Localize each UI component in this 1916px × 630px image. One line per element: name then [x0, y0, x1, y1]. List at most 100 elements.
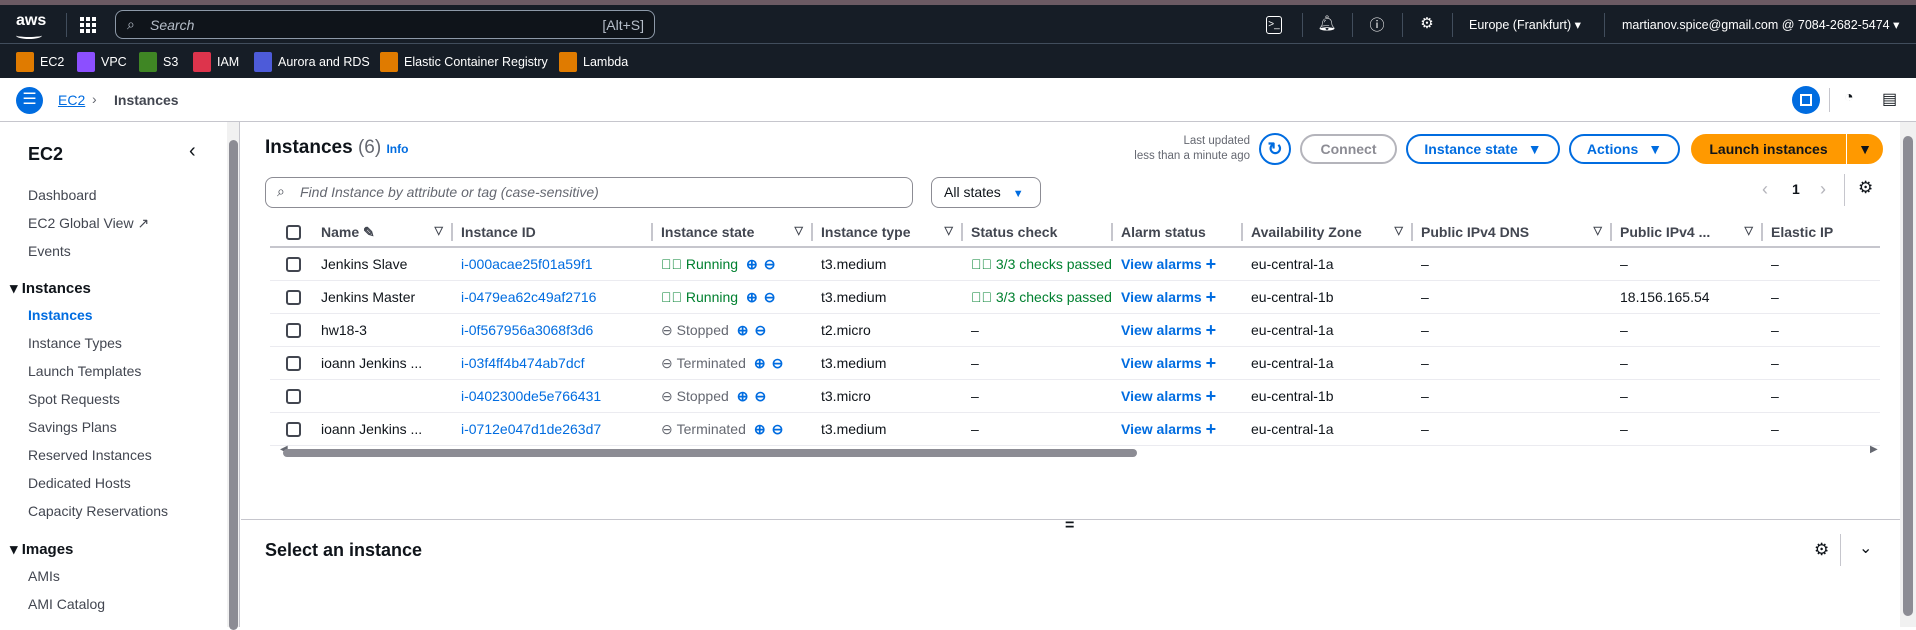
cloudshell-icon[interactable]: >_ [1266, 16, 1282, 34]
select-all-checkbox[interactable] [270, 218, 321, 246]
view-alarms-link[interactable]: View alarms + [1121, 413, 1251, 445]
row-checkbox-cell[interactable] [270, 380, 321, 412]
row-checkbox-cell[interactable] [270, 314, 321, 346]
zoom-in-icon[interactable]: ⊕ [746, 289, 758, 306]
checkbox[interactable] [286, 421, 301, 437]
instance-id-link[interactable]: i-0f567956a3068f3d6 [461, 314, 661, 346]
scrollbar-thumb[interactable] [283, 449, 1137, 457]
zoom-in-icon[interactable]: ⊕ [737, 388, 749, 405]
instance-id-link[interactable]: i-0479ea62c49af2716 [461, 281, 661, 313]
filter-input[interactable]: ⌕ Find Instance by attribute or tag (case… [265, 177, 913, 208]
column-header-public-ipv4[interactable]: Public IPv4 ... ▽ [1620, 218, 1771, 246]
row-checkbox-cell[interactable] [270, 281, 321, 313]
plus-icon[interactable]: + [1206, 254, 1217, 275]
sidebar-item-launch-templates[interactable]: Launch Templates [28, 363, 141, 379]
view-alarms-link[interactable]: View alarms + [1121, 281, 1251, 313]
column-resizer[interactable] [1111, 223, 1113, 241]
checkbox[interactable] [286, 388, 301, 404]
row-checkbox-cell[interactable] [270, 413, 321, 445]
column-resizer[interactable] [451, 223, 453, 241]
column-header-alarm-status[interactable]: Alarm status [1121, 218, 1251, 246]
zoom-out-icon[interactable]: ⊖ [755, 388, 767, 405]
sidebar-item-dashboard[interactable]: Dashboard [28, 187, 97, 203]
zoom-in-icon[interactable]: ⊕ [754, 355, 766, 372]
sort-icon[interactable]: ▽ [1594, 224, 1602, 237]
plus-icon[interactable]: + [1206, 353, 1217, 374]
row-checkbox-cell[interactable] [270, 248, 321, 280]
sidebar-item-capacity-reservations[interactable]: Capacity Reservations [28, 503, 168, 519]
actions-button[interactable]: Actions ▼ [1569, 134, 1680, 164]
scroll-right-icon[interactable]: ▶ [1870, 444, 1878, 455]
column-header-instance-type[interactable]: Instance type ▽ [821, 218, 971, 246]
favorite-ec2[interactable]: EC2 [16, 52, 64, 72]
plus-icon[interactable]: + [1206, 287, 1217, 308]
zoom-in-icon[interactable]: ⊕ [754, 421, 766, 438]
scrollbar-thumb[interactable] [1903, 136, 1913, 616]
row-checkbox-cell[interactable] [270, 347, 321, 379]
table-row[interactable]: ioann Jenkins ... i-0712e047d1de263d7 ⊖ … [270, 413, 1880, 446]
sidebar-scrollbar[interactable] [227, 122, 240, 630]
plus-icon[interactable]: + [1206, 320, 1217, 341]
zoom-in-icon[interactable]: ⊕ [746, 256, 758, 273]
zoom-out-icon[interactable]: ⊖ [764, 289, 776, 306]
table-row[interactable]: i-0402300de5e766431 ⊖ Stopped ⊕ ⊖ t3.micro… [270, 380, 1880, 413]
sidebar-item-savings-plans[interactable]: Savings Plans [28, 419, 117, 435]
instance-id-link[interactable]: i-03f4ff4b474ab7dcf [461, 347, 661, 379]
column-resizer[interactable] [1610, 223, 1612, 241]
column-header-name[interactable]: Name ✎ ▽ [321, 218, 461, 246]
breadcrumb-ec2[interactable]: EC2 [58, 92, 85, 108]
zoom-out-icon[interactable]: ⊖ [772, 421, 784, 438]
instance-id-link[interactable]: i-0402300de5e766431 [461, 380, 661, 412]
details-settings-icon[interactable]: ⚙ [1814, 540, 1829, 560]
table-row[interactable]: ioann Jenkins ... i-03f4ff4b474ab7dcf ⊖ … [270, 347, 1880, 380]
resize-handle[interactable]: = [1065, 517, 1074, 535]
info-link[interactable]: Info [386, 142, 408, 156]
zoom-out-icon[interactable]: ⊖ [772, 355, 784, 372]
console-icon[interactable]: ▤ [1882, 89, 1897, 109]
column-header-status-check[interactable]: Status check [971, 218, 1121, 246]
sort-icon[interactable]: ▽ [435, 224, 443, 237]
view-alarms-link[interactable]: View alarms + [1121, 248, 1251, 280]
bell-icon[interactable]: 🔔︎ [1316, 14, 1338, 36]
launch-instances-button[interactable]: Launch instances [1691, 134, 1846, 164]
favorite-s3[interactable]: S3 [139, 52, 178, 72]
launch-dropdown-button[interactable]: ▼ [1847, 134, 1883, 164]
menu-button[interactable]: ☰ [16, 87, 43, 114]
sidebar-item-instances[interactable]: Instances [28, 307, 93, 323]
aws-logo[interactable]: aws [16, 12, 46, 39]
checkbox[interactable] [286, 256, 301, 272]
states-filter-select[interactable]: All states ▼ [931, 177, 1041, 208]
settings-icon[interactable]: ⚙ [1416, 14, 1438, 36]
column-resizer[interactable] [1411, 223, 1413, 241]
table-settings-icon[interactable]: ⚙ [1858, 178, 1873, 198]
checkbox[interactable] [286, 289, 301, 305]
connect-button[interactable]: Connect [1300, 134, 1397, 164]
plus-icon[interactable]: + [1206, 386, 1217, 407]
sidebar-section-instances[interactable]: ▾ Instances [10, 279, 91, 297]
next-page-button[interactable]: › [1820, 179, 1826, 200]
favorite-ecr[interactable]: Elastic Container Registry [380, 52, 548, 72]
column-resizer[interactable] [1241, 223, 1243, 241]
sidebar-item-reserved-instances[interactable]: Reserved Instances [28, 447, 152, 463]
favorite-lambda[interactable]: Lambda [559, 52, 628, 72]
table-row[interactable]: hw18-3 i-0f567956a3068f3d6 ⊖ Stopped ⊕ ⊖ t… [270, 314, 1880, 347]
column-resizer[interactable] [1761, 223, 1763, 241]
account-menu[interactable]: martianov.spice@gmail.com @ 7084-2682-54… [1622, 17, 1899, 32]
chevron-down-icon[interactable]: ⌄ [1859, 538, 1872, 558]
sort-icon[interactable]: ▽ [1745, 224, 1753, 237]
services-grid-icon[interactable] [80, 17, 96, 33]
favorite-rds[interactable]: Aurora and RDS [254, 52, 370, 72]
sidebar-item-ami-catalog[interactable]: AMI Catalog [28, 596, 105, 612]
region-selector[interactable]: Europe (Frankfurt) ▾ [1469, 17, 1581, 32]
column-header-instance-id[interactable]: Instance ID [461, 218, 661, 246]
view-alarms-link[interactable]: View alarms + [1121, 347, 1251, 379]
page-number[interactable]: 1 [1792, 181, 1800, 197]
page-scrollbar[interactable] [1900, 122, 1916, 627]
search-input[interactable]: ⌕ Search [Alt+S] [115, 10, 655, 39]
sort-icon[interactable]: ▽ [795, 224, 803, 237]
help-icon[interactable]: ⓘ [1366, 14, 1388, 36]
instance-id-link[interactable]: i-000acae25f01a59f1 [461, 248, 661, 280]
zoom-out-icon[interactable]: ⊖ [755, 322, 767, 339]
panel-layout-button[interactable] [1792, 86, 1820, 114]
collapse-sidebar-icon[interactable]: ‹ [189, 140, 196, 163]
